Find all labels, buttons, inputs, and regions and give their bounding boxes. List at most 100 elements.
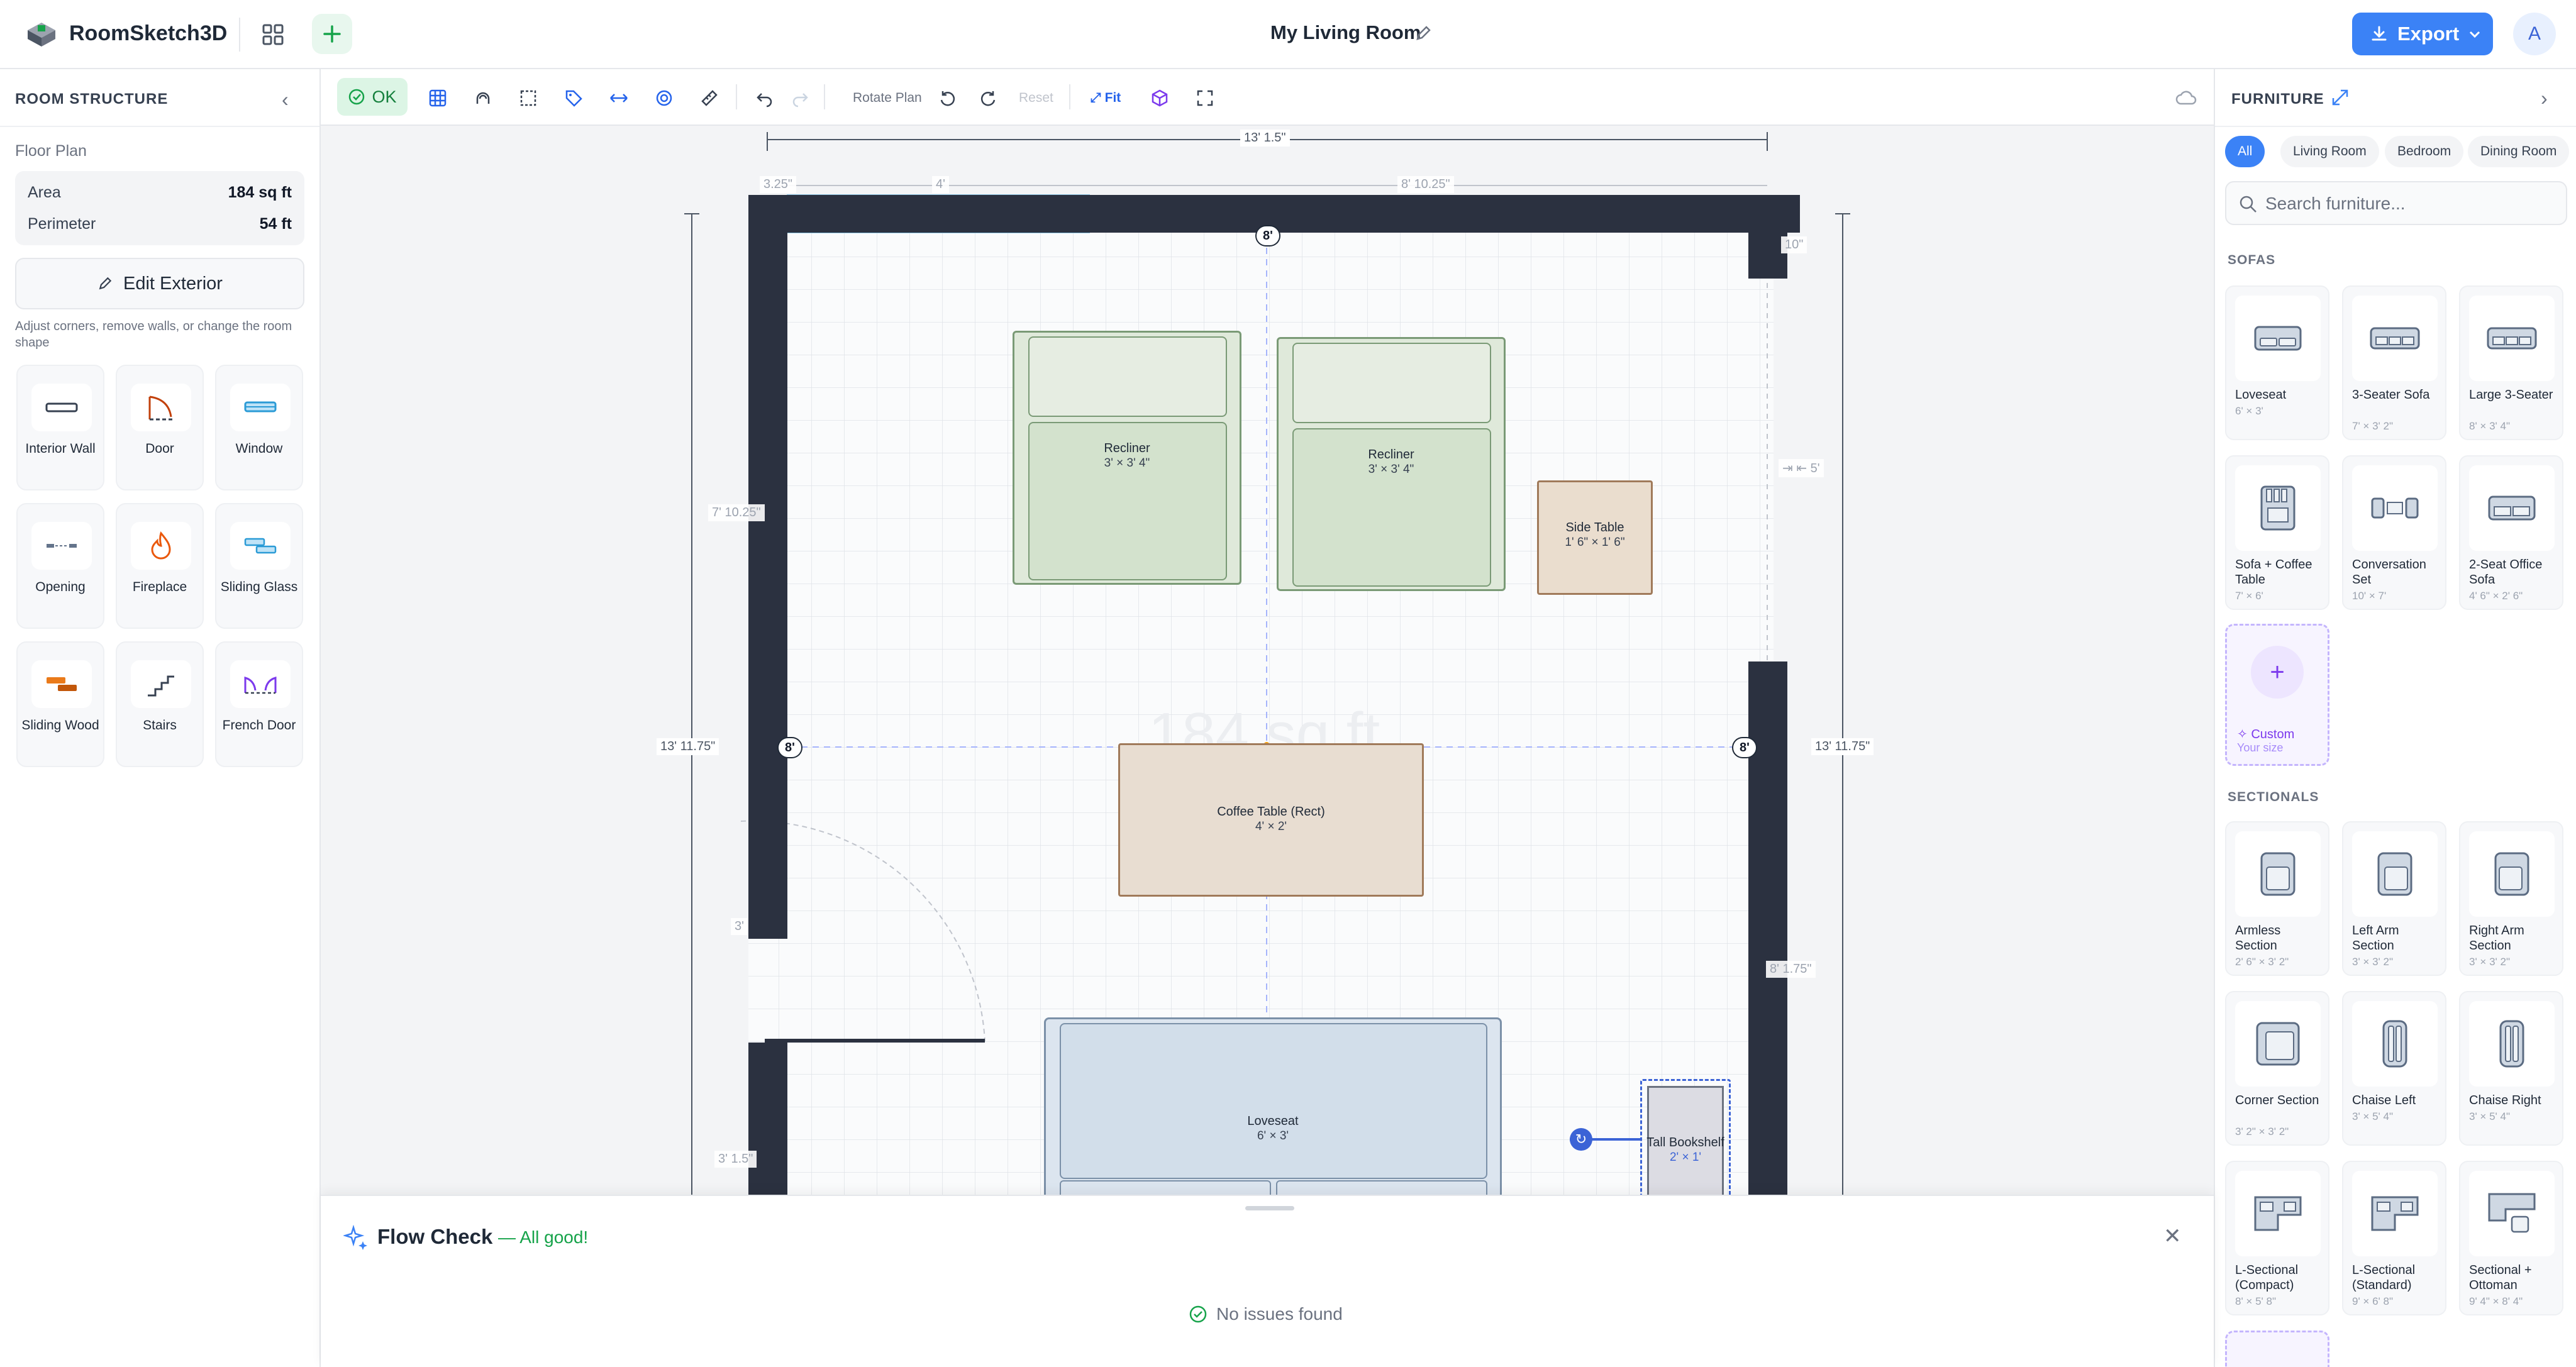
chaise-right-icon [2469, 1001, 2555, 1087]
left-arm-section-icon [2352, 831, 2438, 917]
measure-ruler-icon[interactable] [696, 84, 723, 112]
tab-bedroom[interactable]: Bedroom [2385, 136, 2464, 167]
wall-height-badge[interactable]: 8' [1255, 225, 1280, 246]
dim-door-width[interactable]: 3' [731, 918, 748, 935]
furniture-card-right-arm-section[interactable]: Right Arm Section 3' × 3' 2" [2459, 821, 2563, 976]
target-icon[interactable] [650, 84, 678, 112]
tool-window[interactable]: Window [215, 365, 303, 490]
tool-sliding-glass[interactable]: Sliding Glass [215, 503, 303, 629]
select-box-icon[interactable] [514, 84, 542, 112]
furniture-card-l-sectional-compact[interactable]: L-Sectional (Compact) 8' × 5' 8" [2225, 1161, 2329, 1315]
pencil-icon [99, 277, 112, 290]
furniture-card-corner-section[interactable]: Corner Section 3' 2" × 3' 2" [2225, 991, 2329, 1146]
dimensions-icon[interactable] [605, 84, 633, 112]
wall-height-badge[interactable]: 8' [777, 737, 802, 758]
export-button[interactable]: Export [2352, 13, 2493, 55]
recliner-furniture[interactable]: Recliner 3' × 3' 4" [1277, 337, 1506, 591]
tab-dining-room[interactable]: Dining Room [2468, 136, 2570, 167]
close-icon[interactable]: ✕ [2163, 1224, 2182, 1249]
furniture-card-conversation-set[interactable]: Conversation Set 10' × 7' [2342, 455, 2446, 610]
custom-furniture-card[interactable]: + ✧ Custom Your size [2225, 624, 2329, 766]
collapse-left-panel-icon[interactable]: ‹ [282, 88, 289, 111]
rotate-right-icon[interactable] [975, 84, 1002, 112]
tool-french-door[interactable]: French Door [215, 641, 303, 767]
wall-height-badge[interactable]: 8' [1732, 737, 1757, 758]
labels-tag-icon[interactable] [560, 84, 587, 112]
furniture-card-chaise-right[interactable]: Chaise Right 3' × 5' 4" [2459, 991, 2563, 1146]
redo-icon[interactable] [786, 84, 814, 112]
furniture-card-armless-section[interactable]: Armless Section 2' 6" × 3' 2" [2225, 821, 2329, 976]
side-table-furniture[interactable]: Side Table 1' 6" × 1' 6" [1537, 480, 1653, 595]
tool-opening[interactable]: Opening [16, 503, 104, 629]
rotate-left-icon[interactable] [933, 84, 961, 112]
fit-button[interactable]: ⤢ Fit [1091, 91, 1121, 106]
dim-right-height[interactable]: 13' 11.75" [1811, 738, 1874, 755]
floor-plan-canvas[interactable]: 184 sq ft 13' 1.5" 3.25" 4' 8' 10.25" 10… [321, 126, 2214, 1195]
custom-sectional-card[interactable] [2225, 1331, 2329, 1367]
wall-left-lower[interactable] [748, 1043, 787, 1195]
dim-top-left[interactable]: 3.25" [760, 176, 797, 193]
dim-top-total[interactable]: 13' 1.5" [1240, 130, 1290, 147]
edit-exterior-button[interactable]: Edit Exterior [15, 258, 304, 309]
new-project-button[interactable] [312, 14, 352, 54]
tool-fireplace[interactable]: Fireplace [116, 503, 204, 629]
tool-door[interactable]: Door [116, 365, 204, 490]
document-title[interactable]: My Living Room [1270, 21, 1421, 44]
ok-status-button[interactable]: OK [337, 78, 408, 116]
furniture-card-l-sectional-standard[interactable]: L-Sectional (Standard) 9' × 6' 8" [2342, 1161, 2446, 1315]
rename-pencil-icon[interactable] [1414, 24, 1434, 44]
user-avatar[interactable]: A [2513, 13, 2556, 55]
wall-top[interactable] [1089, 195, 1800, 233]
reset-button[interactable]: Reset [1019, 91, 1053, 106]
3d-cube-icon[interactable] [1146, 84, 1174, 112]
furniture-card-loveseat[interactable]: Loveseat 6' × 3' [2225, 285, 2329, 440]
floor-plan-label: Floor Plan [15, 142, 87, 160]
expand-panel-icon[interactable] [2331, 88, 2350, 107]
dim-right-gap[interactable]: ⇥ ⇤ 5' [1779, 459, 1824, 477]
dim-right-top-small[interactable]: 10" [1781, 236, 1807, 253]
furniture-card-3-seater-sofa[interactable]: 3-Seater Sofa 7' × 3' 2" [2342, 285, 2446, 440]
undo-icon[interactable] [751, 84, 779, 112]
wall-left-upper[interactable] [748, 195, 787, 939]
tool-stairs[interactable]: Stairs [116, 641, 204, 767]
app-logo-icon[interactable] [23, 20, 60, 49]
room-structure-panel: ROOM STRUCTURE ‹ Floor Plan Area 184 sq f… [0, 69, 321, 1367]
collapse-right-panel-icon[interactable]: › [2541, 87, 2548, 110]
dim-right-lower[interactable]: 8' 1.75" [1766, 961, 1816, 978]
recliner-furniture[interactable]: Recliner 3' × 3' 4" [1013, 331, 1241, 585]
tool-label: Fireplace [132, 580, 187, 594]
tool-sliding-wood[interactable]: Sliding Wood [16, 641, 104, 767]
fullscreen-icon[interactable] [1191, 84, 1219, 112]
card-size: 8' × 3' 4" [2469, 420, 2510, 432]
coffee-table-furniture[interactable]: Coffee Table (Rect) 4' × 2' [1118, 743, 1424, 897]
sofa-icon [2352, 296, 2438, 381]
dim-left-upper[interactable]: 7' 10.25" [708, 504, 765, 521]
furniture-card-chaise-left[interactable]: Chaise Left 3' × 5' 4" [2342, 991, 2446, 1146]
furniture-card-2-seat-office-sofa[interactable]: 2-Seat Office Sofa 4' 6" × 2' 6" [2459, 455, 2563, 610]
furniture-card-sofa-coffee-table[interactable]: Sofa + Coffee Table 7' × 6' [2225, 455, 2329, 610]
tall-bookshelf-furniture[interactable]: Tall Bookshelf 2' × 1' [1640, 1079, 1731, 1195]
dim-top-right[interactable]: 8' 10.25" [1397, 176, 1454, 193]
rotate-handle-icon[interactable]: ↻ [1570, 1128, 1592, 1151]
dim-left-lower[interactable]: 3' 1.5" [714, 1151, 757, 1168]
cloud-sync-icon[interactable] [2172, 84, 2200, 112]
snap-magnet-icon[interactable] [469, 84, 497, 112]
door-icon [131, 384, 191, 431]
search-input[interactable] [2265, 191, 2555, 216]
tool-interior-wall[interactable]: Interior Wall [16, 365, 104, 490]
furniture-card-left-arm-section[interactable]: Left Arm Section 3' × 3' 2" [2342, 821, 2446, 976]
tab-living-room[interactable]: Living Room [2280, 136, 2379, 167]
furniture-card-large-3-seater[interactable]: Large 3-Seater 8' × 3' 4" [2459, 285, 2563, 440]
tab-all[interactable]: All [2225, 136, 2265, 167]
drag-handle[interactable] [1245, 1206, 1294, 1210]
furniture-card-sectional-ottoman[interactable]: Sectional + Ottoman 9' 4" × 8' 4" [2459, 1161, 2563, 1315]
loveseat-furniture[interactable]: Loveseat 6' × 3' [1044, 1017, 1502, 1195]
sectionals-section-title: SECTIONALS [2228, 790, 2319, 804]
grid-toggle-icon[interactable] [424, 84, 452, 112]
app-title[interactable]: RoomSketch3D [69, 21, 227, 46]
projects-grid-button[interactable] [254, 19, 292, 50]
furniture-search[interactable] [2225, 181, 2567, 225]
card-size: 3' × 3' 2" [2352, 956, 2393, 968]
dim-top-window[interactable]: 4' [932, 176, 949, 193]
dim-left-height[interactable]: 13' 11.75" [657, 738, 719, 755]
